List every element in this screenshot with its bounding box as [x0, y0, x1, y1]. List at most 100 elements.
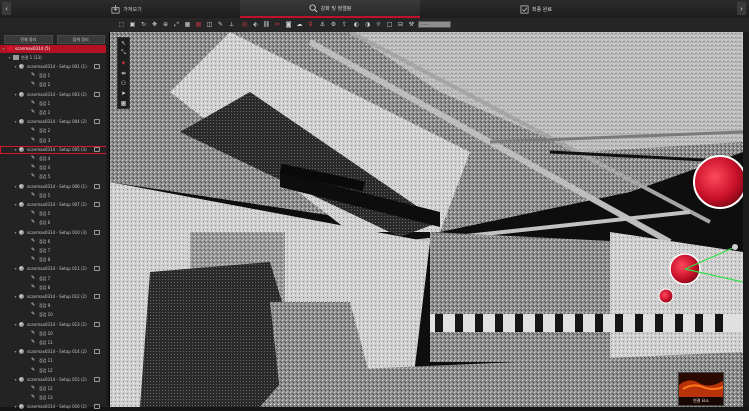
checkpoint-row[interactable]: ✎ 점검 7 — [0, 275, 108, 283]
checkpoint-row[interactable]: ✎ 점검 3 — [0, 137, 108, 145]
monitor-icon[interactable] — [94, 376, 100, 382]
navigate-icon[interactable]: ➤ — [118, 88, 129, 98]
light-icon[interactable]: ☼ — [374, 20, 383, 29]
expand-icon[interactable]: ▾ — [13, 403, 18, 411]
tree-group[interactable]: ▾ 연결 1 (13) — [0, 54, 108, 62]
checkpoint-row[interactable]: ✎ 점검 2 — [0, 127, 108, 135]
scan-position-marker-large[interactable] — [693, 155, 743, 209]
layer-icon[interactable]: ▤ — [194, 20, 203, 29]
scan-setup-row[interactable]: ▾ scanmax0314 - Setup 007 (2) — [0, 201, 108, 209]
checkpoint-row[interactable]: ✎ 점검 8 — [0, 284, 108, 292]
checkpoint-row[interactable]: ✎ 점검 10 — [0, 311, 108, 319]
walk-icon[interactable]: ⇹ — [118, 68, 129, 78]
scan-setup-row[interactable]: ▾ scanmax0314 - Setup 014 (2) — [0, 348, 108, 356]
expand-icon[interactable]: ▾ — [13, 146, 18, 154]
box-view-icon[interactable]: □ — [385, 20, 394, 29]
monitor-icon[interactable] — [94, 266, 100, 272]
anchor-icon[interactable]: ⚓ — [318, 20, 327, 29]
monitor-icon[interactable] — [94, 294, 100, 299]
checkpoint-row[interactable]: ✎ 점검 5 — [0, 173, 108, 181]
scan-setup-row[interactable]: ▾ scanmax0314 - Setup 001 (1) — [0, 63, 108, 71]
scan-position-marker-small[interactable] — [658, 288, 674, 304]
toolbar-value-input[interactable]: ······ — [418, 21, 451, 28]
monitor-icon[interactable] — [94, 183, 100, 189]
expand-icon[interactable]: ▾ — [13, 118, 18, 126]
scan-setup-row[interactable]: ▾ scanmax0314 - Setup 010 (3) — [0, 229, 108, 237]
monitor-icon[interactable] — [94, 321, 100, 327]
scan-setup-row[interactable]: ▾ scanmax0314 - Setup 013 (2) — [0, 321, 108, 329]
checkpoint-row[interactable]: ✎ 점검 13 — [0, 394, 108, 402]
scan-setup-row[interactable]: ▾ scanmax0314 - Setup 011 (2) — [0, 265, 108, 273]
checkpoint-row[interactable]: ✎ 점검 12 — [0, 385, 108, 393]
tab-finalize[interactable]: 최종 완료 — [421, 0, 651, 18]
checkpoint-row[interactable]: ✎ 점검 1 — [0, 100, 108, 108]
nav-right-chevron-icon[interactable]: › — [737, 2, 746, 15]
checkpoint-row[interactable]: ✎ 점검 2 — [0, 109, 108, 117]
tag-icon[interactable]: ⬖ — [251, 20, 260, 29]
expand-icon[interactable]: ▾ — [13, 91, 18, 99]
expand-icon[interactable]: ▾ — [13, 293, 18, 301]
cloud-icon[interactable]: ☁ — [295, 20, 304, 29]
select-tool-icon[interactable]: ⬚ — [117, 20, 126, 29]
link-icon[interactable]: ⛓ — [262, 20, 271, 29]
expand-icon[interactable]: ▾ — [13, 229, 18, 237]
pointer-icon[interactable]: ↖ — [118, 38, 129, 48]
panel-tab-explore[interactable]: 탐색 정리 — [56, 35, 105, 44]
marker-icon[interactable]: ✂ — [273, 20, 282, 29]
checkpoint-row[interactable]: ✎ 점검 6 — [0, 219, 108, 227]
expand-icon[interactable]: ▾ — [13, 265, 18, 273]
monitor-icon[interactable] — [94, 349, 100, 355]
settings-icon[interactable]: ⚙ — [329, 20, 338, 29]
pan-tool-icon[interactable]: ✥ — [150, 20, 159, 29]
scan-setup-row[interactable]: ▾ scanmax0314 - Setup 015 (2) — [0, 376, 108, 384]
panel-tab-all[interactable]: 전체 정리 — [4, 35, 53, 44]
expand-icon[interactable]: ▾ — [13, 183, 18, 191]
lock-icon[interactable]: ⊟ — [396, 20, 405, 29]
monitor-icon[interactable] — [94, 146, 100, 152]
export-icon[interactable]: ⇪ — [340, 20, 349, 29]
person-icon[interactable]: ⚇ — [118, 78, 129, 88]
clip-icon[interactable]: ◫ — [205, 20, 214, 29]
checkpoint-row[interactable]: ✎ 점검 4 — [0, 164, 108, 172]
scan-setup-row[interactable]: ▾ scanmax0314 - Setup 012 (2) — [0, 293, 108, 301]
tab-register[interactable]: 강화 및 정렬됨 — [240, 0, 420, 18]
minimap-thumbnail[interactable]: 연결 요소 — [678, 372, 724, 406]
target-icon[interactable]: ◎ — [240, 20, 249, 29]
checkpoint-row[interactable]: ✎ 점검 10 — [0, 330, 108, 338]
camera-icon[interactable]: ◙ — [284, 20, 293, 29]
checkpoint-row[interactable]: ✎ 점검 2 — [0, 81, 108, 89]
color-icon[interactable]: ◑ — [363, 20, 372, 29]
orbit-icon[interactable]: ✦ — [118, 58, 129, 68]
expand-icon[interactable]: ▾ — [13, 376, 18, 384]
nav-left-chevron-icon[interactable]: ‹ — [2, 2, 11, 15]
rotate-tool-icon[interactable]: ↻ — [139, 20, 148, 29]
checkpoint-row[interactable]: ✎ 점검 11 — [0, 339, 108, 347]
ruler-icon[interactable]: ⟂ — [227, 20, 236, 29]
scan-setup-row[interactable]: ▾ scanmax0314 - Setup 004 (2) — [0, 118, 108, 126]
scan-setup-row[interactable]: ▾ scanmax0314 - Setup 016 (2) — [0, 403, 108, 411]
scan-setup-row[interactable]: ▾ scanmax0314 - Setup 003 (2) — [0, 91, 108, 99]
expand-icon[interactable]: ▾ — [13, 348, 18, 356]
checkpoint-row[interactable]: ✎ 점검 9 — [0, 302, 108, 310]
collapse-icon[interactable]: ▾ — [1, 45, 6, 53]
viewport-scrollbar[interactable] — [743, 32, 749, 407]
scan-setup-row[interactable]: ▾ scanmax0314 - Setup 006 (1) — [0, 183, 108, 191]
checkpoint-row[interactable]: ✎ 점검 5 — [0, 192, 108, 200]
monitor-icon[interactable] — [94, 64, 100, 69]
monitor-icon[interactable] — [94, 202, 100, 207]
measure-icon[interactable]: ✎ — [216, 20, 225, 29]
fit-view-icon[interactable]: ⤢ — [172, 20, 181, 29]
zoom-tool-icon[interactable]: ⊕ — [161, 20, 170, 29]
pin-icon[interactable]: ⚲ — [306, 20, 315, 29]
checkpoint-row[interactable]: ✎ 점검 12 — [0, 367, 108, 375]
checkpoint-row[interactable]: ✎ 점검 1 — [0, 72, 108, 80]
expand-icon[interactable]: ▾ — [13, 63, 18, 71]
checkpoint-row[interactable]: ✎ 점검 5 — [0, 210, 108, 218]
checkpoint-row[interactable]: ✎ 점검 6 — [0, 238, 108, 246]
tools-icon[interactable]: ⚒ — [407, 20, 416, 29]
monitor-icon[interactable] — [94, 91, 100, 97]
expand-icon[interactable]: ▾ — [13, 321, 18, 329]
point-cloud-viewport[interactable] — [110, 32, 743, 407]
scan-setup-row[interactable]: ▾ scanmax0314 - Setup 005 (3) — [0, 145, 108, 154]
tree-root[interactable]: ▾ scanmax0314 (5) — [0, 45, 108, 53]
